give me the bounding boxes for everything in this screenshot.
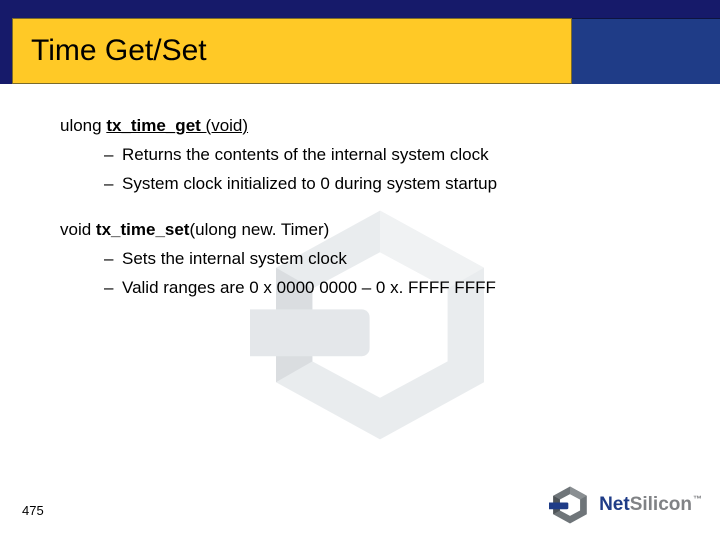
fn2-bullets: Sets the internal system clock Valid ran… [60,248,660,300]
fn1-args: (void) [206,116,249,135]
content-area: ulong tx_time_get (void) Returns the con… [60,116,660,324]
fn2-signature: void tx_time_set(ulong new. Timer) [60,220,660,240]
slide: Time Get/Set ulong tx_time_get (void) Re… [0,0,720,540]
list-item: Sets the internal system clock [104,248,660,271]
brand-silicon: Silicon [630,494,692,516]
top-navy-bar [0,0,720,18]
list-item: Returns the contents of the internal sys… [104,144,660,167]
brand-text: NetSilicon™ [599,494,702,516]
page-number: 475 [22,503,44,518]
fn1-return: ulong [60,116,106,135]
fn1-signature: ulong tx_time_get (void) [60,116,660,136]
title-box: Time Get/Set [12,18,572,84]
ribbon-blue-strip [572,18,720,84]
fn2-return: void [60,220,96,239]
brand-logo: NetSilicon™ [549,484,702,526]
brand-net: Net [599,494,630,516]
title-ribbon: Time Get/Set [0,18,720,84]
fn2-name: tx_time_set [96,220,190,239]
fn1-name: tx_time_get [106,116,205,135]
slide-title: Time Get/Set [31,34,207,68]
fn2-args: (ulong new. Timer) [189,220,329,239]
list-item: Valid ranges are 0 x 0000 0000 – 0 x. FF… [104,277,660,300]
brand-mark-icon [549,484,591,526]
list-item: System clock initialized to 0 during sys… [104,173,660,196]
trademark-icon: ™ [693,494,702,504]
fn1-bullets: Returns the contents of the internal sys… [60,144,660,196]
